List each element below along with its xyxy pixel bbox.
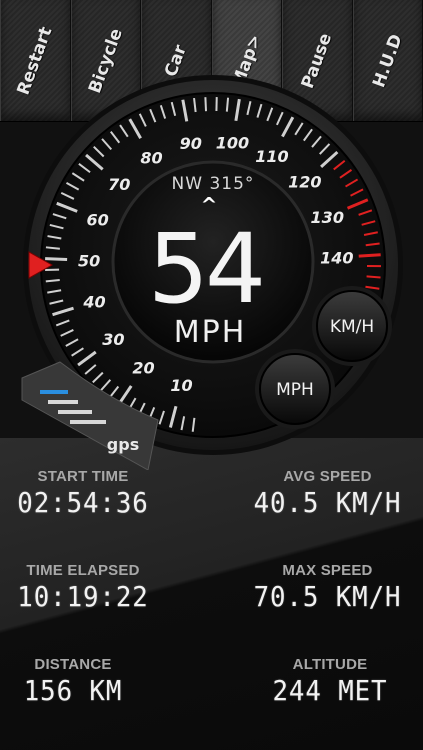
avg-speed-stat: AVG SPEED 40.5 KM/H bbox=[240, 468, 415, 519]
start-time-value: 02:54:36 bbox=[17, 486, 149, 519]
kmh-button-label: KM/H bbox=[330, 317, 374, 337]
gauge-tick bbox=[358, 253, 381, 258]
speedometer-svg: 10 20 30 40 50 60 70 80 90 100 110120 130 140 NW 315… bbox=[21, 75, 403, 471]
time-elapsed-stat: TIME ELAPSED 10:19:22 bbox=[8, 562, 158, 613]
dial-label: 140 bbox=[320, 248, 353, 267]
dial-label: 40 bbox=[82, 293, 105, 312]
distance-value: 156 KM bbox=[23, 674, 123, 707]
time-elapsed-value: 10:19:22 bbox=[17, 580, 149, 613]
dial-label: 90 bbox=[180, 134, 202, 153]
dial-label: 20 bbox=[132, 359, 154, 378]
gauge-tick bbox=[204, 97, 208, 112]
avg-speed-label: AVG SPEED bbox=[283, 468, 372, 485]
speed-readout: 54 bbox=[148, 213, 262, 325]
time-elapsed-label: TIME ELAPSED bbox=[26, 562, 140, 579]
dial-label: 130 bbox=[311, 208, 344, 227]
dial-label: 50 bbox=[78, 251, 100, 270]
start-time-label: START TIME bbox=[37, 468, 129, 485]
gauge-tick bbox=[45, 278, 60, 283]
distance-stat: DISTANCE 156 KM bbox=[8, 656, 138, 707]
avg-speed-value: 40.5 KM/H bbox=[253, 486, 402, 519]
altitude-value: 244 MET bbox=[272, 674, 388, 707]
dial-label: 100 bbox=[216, 134, 249, 153]
distance-label: DISTANCE bbox=[34, 656, 112, 673]
mph-button[interactable]: MPH bbox=[255, 349, 335, 429]
start-time-stat: START TIME 02:54:36 bbox=[8, 468, 158, 519]
dial-label: 80 bbox=[140, 148, 162, 167]
dial-label: 120 bbox=[288, 173, 321, 192]
speed-unit-label: MPH bbox=[174, 315, 247, 350]
dial-label: 10 bbox=[170, 376, 192, 395]
gauge-tick bbox=[366, 275, 381, 279]
dial-label: 70 bbox=[108, 175, 130, 194]
heading-readout: NW 315° bbox=[172, 174, 255, 194]
altitude-label: ALTITUDE bbox=[292, 656, 368, 673]
dial-label: 110 bbox=[255, 147, 288, 166]
stats-panel: START TIME 02:54:36 AVG SPEED 40.5 KM/H … bbox=[0, 438, 423, 750]
gauge-tick bbox=[225, 97, 230, 112]
kmh-button[interactable]: KM/H bbox=[312, 286, 392, 366]
dial-label: 60 bbox=[87, 210, 109, 229]
dial-label: 30 bbox=[102, 330, 124, 349]
altitude-stat: ALTITUDE 244 MET bbox=[250, 656, 410, 707]
max-speed-value: 70.5 KM/H bbox=[253, 580, 402, 613]
gauge-tick bbox=[45, 257, 68, 261]
max-speed-stat: MAX SPEED 70.5 KM/H bbox=[240, 562, 415, 613]
gps-label: gps bbox=[107, 435, 139, 454]
speedometer: 10 20 30 40 50 60 70 80 90 100 110 120 130 140 NW 315… bbox=[0, 70, 423, 471]
mph-button-label: MPH bbox=[276, 380, 314, 400]
max-speed-label: MAX SPEED bbox=[282, 562, 373, 579]
